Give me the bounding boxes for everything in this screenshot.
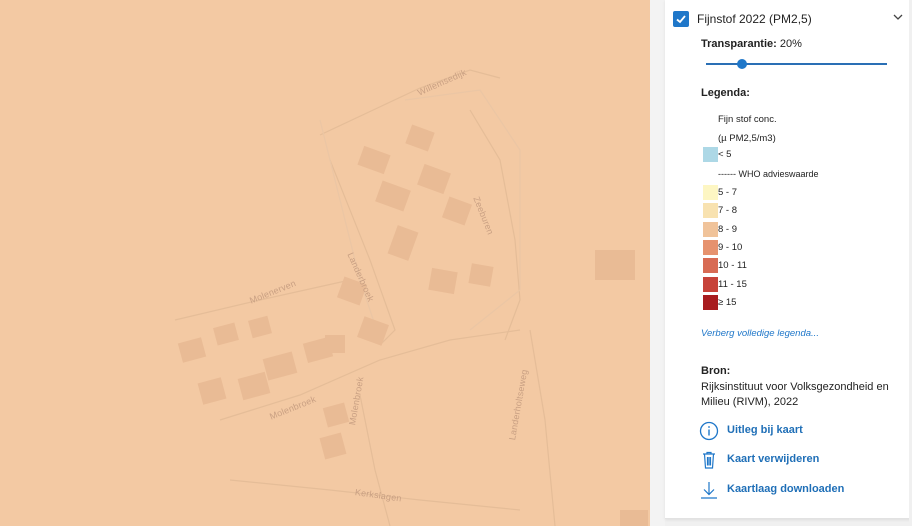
download-layer-button[interactable]: Kaartlaag downloaden [699,480,899,500]
legend-swatch [703,277,718,292]
legend-item: 5 - 7 [703,185,883,201]
transparency-label: Transparantie: 20% [701,38,802,50]
who-guideline-label: ------ WHO advieswaarde [718,169,819,179]
road-willemsedijk [319,69,501,136]
legend-label: 11 - 15 [718,279,747,290]
source-heading: Bron: [701,365,731,377]
explain-map-label: Uitleg bij kaart [727,424,803,436]
remove-map-button[interactable]: Kaart verwijderen [699,450,899,470]
legend-item: 7 - 8 [703,203,883,219]
chevron-down-icon[interactable] [893,13,903,21]
legend-label: < 5 [718,149,732,160]
legend-label: 9 - 10 [718,242,743,253]
explain-map-button[interactable]: Uitleg bij kaart [699,421,899,441]
source-text: Rijksinstituut voor Volksgezondheid en M… [701,381,889,408]
legend-item: 8 - 9 [703,222,883,238]
legend-item: 11 - 15 [703,277,883,293]
legend-label: 10 - 11 [718,260,747,271]
map-canvas[interactable]: Willemsedijk Zeeburen Landerbroek Molene… [0,0,650,526]
slider-track[interactable] [706,63,887,65]
remove-map-label: Kaart verwijderen [727,453,820,465]
road-zeeburen [469,109,521,341]
panel-gutter [650,0,665,526]
transparency-slider[interactable] [706,57,887,71]
hide-legend-link[interactable]: Verberg volledige legenda... [701,328,819,339]
download-layer-label: Kaartlaag downloaden [727,483,845,495]
legend-swatch [703,185,718,200]
layer-panel: Fijnstof 2022 (PM2,5) Transparantie: 20%… [665,0,912,519]
transparency-value: 20% [779,38,802,50]
legend-swatch [703,203,718,218]
layer-title: Fijnstof 2022 (PM2,5) [697,12,812,26]
legend-subtitle-1: Fijn stof conc. [718,114,777,125]
legend-swatch [703,147,718,162]
road-landerholtseweg [529,329,556,526]
legend-label: 8 - 9 [718,224,738,235]
info-circle-icon [699,421,719,441]
legend-label: ≥ 15 [718,297,737,308]
slider-thumb[interactable] [737,59,748,69]
legend-heading: Legenda: [701,87,750,99]
trash-icon [703,451,715,469]
legend-swatch [703,240,718,255]
legend-swatch [703,295,718,310]
legend-subtitle-2: (µ PM2,5/m3) [718,133,776,144]
legend-swatch [703,222,718,237]
transparency-label-text: Transparantie: [701,38,777,50]
map-features [174,69,648,526]
road-molenbroek-b [359,394,391,526]
legend-item: < 5 [703,147,883,163]
legend-label: 5 - 7 [718,187,738,198]
layer-visibility-checkbox[interactable] [673,11,689,27]
layer-header[interactable]: Fijnstof 2022 (PM2,5) [673,9,909,29]
check-icon [676,15,686,24]
legend-label: 7 - 8 [718,205,738,216]
legend-swatch [703,258,718,273]
legend-item: 9 - 10 [703,240,883,256]
legend-item: 10 - 11 [703,258,883,274]
download-icon [701,482,717,499]
legend-item: ≥ 15 [703,295,883,311]
buildings [177,124,648,526]
